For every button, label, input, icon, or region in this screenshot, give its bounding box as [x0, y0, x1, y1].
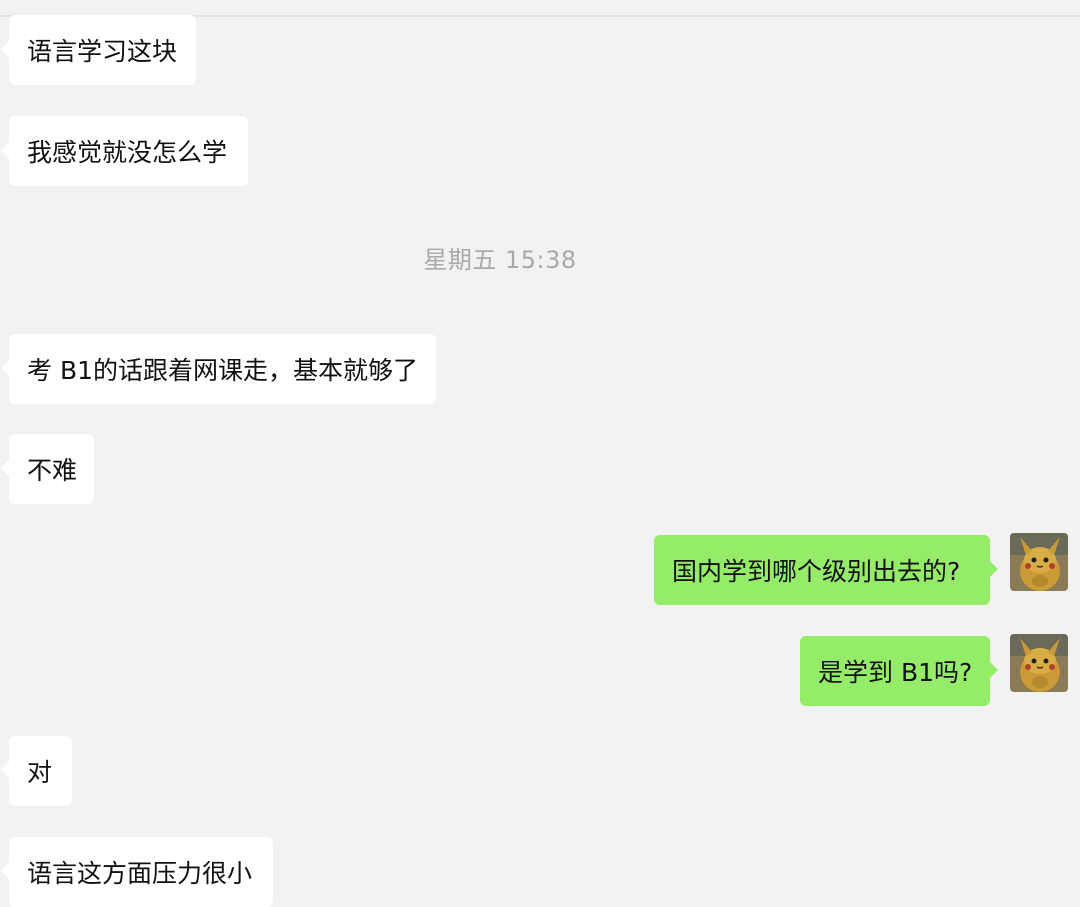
message-text: 是学到 B1吗? [818, 658, 973, 687]
incoming-message[interactable]: 考 B1的话跟着网课走，基本就够了 [1, 334, 436, 404]
message-text: 语言这方面压力很小 [27, 859, 253, 888]
incoming-message[interactable]: 语言这方面压力很小 [1, 837, 273, 907]
outgoing-message[interactable]: 是学到 B1吗? [800, 636, 998, 706]
avatar-image [1010, 533, 1068, 591]
incoming-message[interactable]: 对 [1, 736, 72, 806]
incoming-message[interactable]: 不难 [1, 434, 94, 504]
message-text: 语言学习这块 [27, 37, 178, 66]
message-text: 对 [27, 758, 53, 787]
incoming-message[interactable]: 我感觉就没怎么学 [1, 116, 248, 186]
message-text: 国内学到哪个级别出去的? [672, 557, 961, 586]
message-text: 不难 [27, 456, 78, 485]
outgoing-message[interactable]: 国内学到哪个级别出去的? [654, 535, 998, 605]
message-text: 考 B1的话跟着网课走，基本就够了 [27, 356, 419, 385]
incoming-message[interactable]: 语言学习这块 [1, 15, 196, 85]
message-text: 我感觉就没怎么学 [27, 138, 228, 167]
chat-timestamp: 星期五 15:38 [423, 246, 577, 274]
pikachu-avatar-icon[interactable] [1010, 533, 1068, 591]
avatar-image [1010, 634, 1068, 692]
pikachu-avatar-icon[interactable] [1010, 634, 1068, 692]
